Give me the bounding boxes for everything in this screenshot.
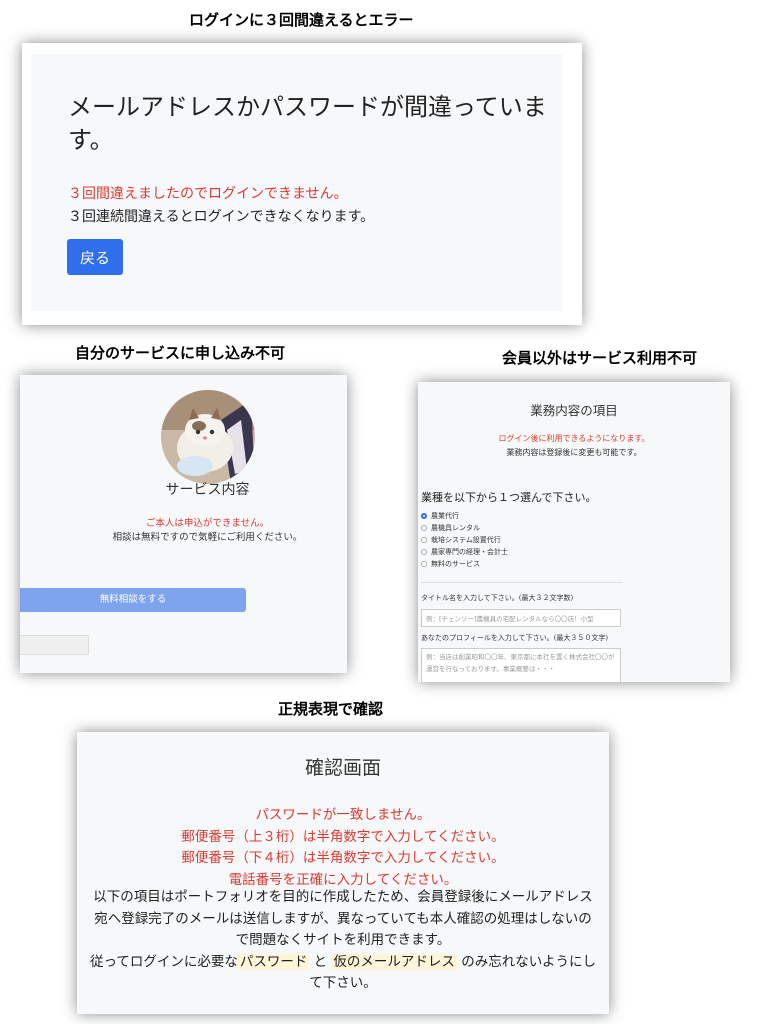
divider bbox=[421, 582, 623, 583]
notice-line: 宛へ登録完了のメールは送信しますが、異なっていても本人確認の処理はしないの bbox=[94, 910, 592, 927]
caption-login-error: ログインに３回間違えるとエラー bbox=[189, 11, 414, 29]
notice-text: 従ってログインに必要な bbox=[90, 953, 238, 970]
self-apply-error: ご本人は申込ができません。 bbox=[145, 518, 270, 529]
service-detail-screenshot: サービス内容 ご本人は申込ができません。 相談は無料ですので気軽にご利用ください… bbox=[20, 375, 347, 673]
caption-member-only: 会員以外はサービス利用不可 bbox=[502, 349, 698, 367]
cat-avatar-image bbox=[161, 390, 255, 484]
lock-warning: ３回連続間違えるとログインできなくなります。 bbox=[68, 209, 375, 225]
avatar bbox=[161, 390, 255, 484]
caption-regex: 正規表現で確認 bbox=[278, 700, 384, 718]
option-label: 農業代行 bbox=[431, 512, 459, 520]
business-items-screenshot: 業務内容の項目 ログイン後に利用できるようになります。 業務内容は登録後に変更も… bbox=[418, 382, 730, 682]
notice-line: て下さい。 bbox=[309, 975, 377, 991]
business-items-title: 業務内容の項目 bbox=[530, 403, 618, 418]
back-button[interactable]: 戻る bbox=[67, 239, 123, 275]
radio-button[interactable] bbox=[421, 537, 427, 543]
radio-button[interactable] bbox=[421, 549, 427, 555]
profile-label: あなたのプロフィールを入力して下さい。(最大３５０文字) bbox=[421, 634, 609, 642]
industry-option[interactable]: 無料のサービス bbox=[421, 558, 508, 570]
profile-textarea[interactable]: 例：当店は創業昭和〇〇年、東京都に本社を置く株式会社〇〇が運営を行なっております… bbox=[421, 648, 621, 682]
login-error-heading: メールアドレスかパスワードが間違っています。 bbox=[68, 93, 547, 154]
option-label: 栽培システム設置代行 bbox=[431, 536, 501, 544]
notice-line: 従ってログインに必要な パスワード と 仮のメールアドレス のみ忘れないようにし bbox=[77, 952, 609, 974]
radio-button[interactable] bbox=[421, 513, 427, 519]
notice-line: 以下の項目はポートフォリオを目的に作成したため、会員登録後にメールアドレス bbox=[93, 889, 593, 905]
caption-self-apply: 自分のサービスに申し込み不可 bbox=[75, 344, 286, 362]
radio-button[interactable] bbox=[421, 525, 427, 531]
postal-upper-error: 郵便番号（上３桁）は半角数字で入力してください。 bbox=[181, 828, 505, 845]
validation-errors: パスワードが一致しません。 郵便番号（上３桁）は半角数字で入力してください。 郵… bbox=[77, 805, 609, 891]
postal-lower-error: 郵便番号（下４桁）は半角数字で入力してください。 bbox=[181, 850, 505, 866]
email-highlight: 仮のメールアドレス bbox=[331, 953, 457, 970]
confirm-screenshot: 確認画面 パスワードが一致しません。 郵便番号（上３桁）は半角数字で入力してくだ… bbox=[77, 732, 609, 1014]
change-note: 業務内容は登録後に変更も可能です。 bbox=[506, 448, 642, 457]
industry-option[interactable]: 農家専門の経理・会計士 bbox=[421, 546, 508, 558]
notice-text: と bbox=[313, 953, 328, 970]
industry-radio-group: 農業代行農機具レンタル栽培システム設置代行 農家専門の経理・会計士 無料のサービス bbox=[421, 510, 508, 570]
option-label: 農機具レンタル bbox=[431, 524, 480, 532]
locked-message: ３回間違えましたのでログインできません。 bbox=[68, 186, 348, 202]
login-error-screenshot: メールアドレスかパスワードが間違っています。 ３回間違えましたのでログインできま… bbox=[22, 43, 582, 325]
industry-option[interactable]: 農機具レンタル bbox=[421, 522, 508, 534]
consult-note: 相談は無料ですので気軽にご利用ください。 bbox=[112, 532, 303, 543]
title-input[interactable]: 例：[チェンソー]農機具の宅配レンタルなら〇〇店！小型 bbox=[421, 609, 621, 627]
login-required-note: ログイン後に利用できるようになります。 bbox=[498, 434, 650, 443]
industry-option[interactable]: 栽培システム設置代行 bbox=[421, 534, 508, 546]
partial-input[interactable] bbox=[20, 635, 89, 655]
password-highlight: パスワード bbox=[237, 953, 310, 970]
confirm-title: 確認画面 bbox=[304, 757, 381, 779]
notice-text: のみ忘れないようにし bbox=[461, 953, 596, 970]
option-label: 無料のサービス bbox=[431, 560, 480, 568]
title-label: タイトル名を入力して下さい。(最大３２文字数) bbox=[421, 594, 574, 602]
password-mismatch-error: パスワードが一致しません。 bbox=[255, 807, 431, 823]
login-error-card: メールアドレスかパスワードが間違っています。 ３回間違えましたのでログインできま… bbox=[31, 54, 563, 311]
industry-question: 業種を以下から１つ選んで下さい。 bbox=[421, 491, 597, 504]
industry-option[interactable]: 農業代行 bbox=[421, 510, 508, 522]
option-label: 農家専門の経理・会計士 bbox=[431, 548, 508, 556]
radio-button[interactable] bbox=[421, 561, 427, 567]
service-title: サービス内容 bbox=[165, 482, 250, 498]
notice-line: で問題なくサイトを利用できます。 bbox=[235, 932, 451, 948]
free-consult-button[interactable]: 無料相談をする bbox=[20, 588, 246, 612]
notice-paragraph: 以下の項目はポートフォリオを目的に作成したため、会員登録後にメールアドレス 宛へ… bbox=[77, 887, 609, 995]
